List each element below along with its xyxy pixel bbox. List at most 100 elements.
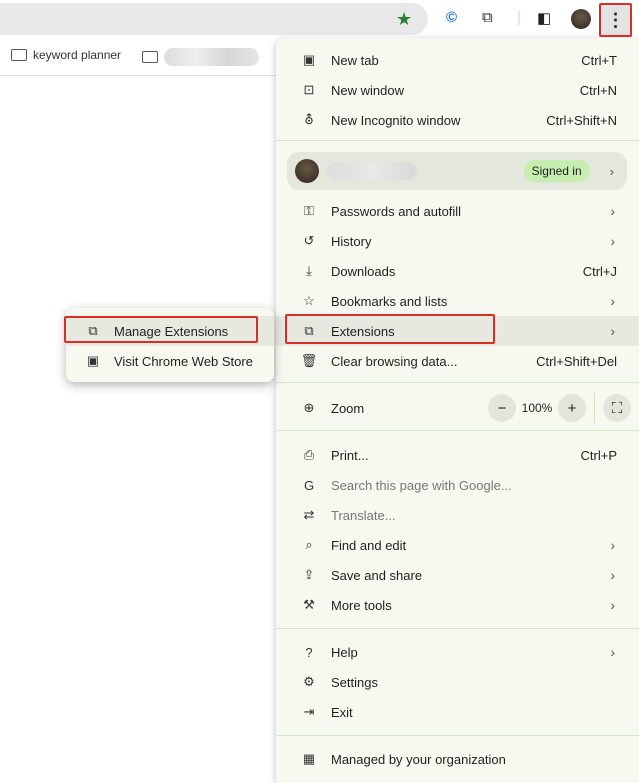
profile-avatar xyxy=(295,159,319,183)
zoom-icon: ⊕ xyxy=(303,400,315,415)
menu-item-label: Search this page with Google... xyxy=(331,477,512,493)
trash-icon: 🗑 xyxy=(300,353,318,368)
menu-item-new-window[interactable]: ⊡ New window Ctrl+N xyxy=(276,75,639,105)
toolbox-icon: ⚒ xyxy=(303,597,315,612)
signed-in-badge: Signed in xyxy=(523,160,590,182)
toolbar-divider: | xyxy=(517,9,521,26)
zoom-label: Zoom xyxy=(331,400,365,416)
menu-item-visit-web-store[interactable]: ▣ Visit Chrome Web Store xyxy=(66,346,274,376)
menu-divider xyxy=(276,382,639,383)
incognito-icon: ⛢ xyxy=(304,112,314,127)
menu-divider xyxy=(276,628,639,629)
web-store-icon: ▣ xyxy=(86,353,100,368)
find-icon: ⌕ xyxy=(305,537,313,552)
chevron-right-icon: › xyxy=(610,323,615,339)
shortcut-label: Ctrl+Shift+Del xyxy=(536,353,617,369)
shortcut-label: Ctrl+P xyxy=(580,447,617,463)
bookmark-star-icon[interactable]: ★ xyxy=(396,9,412,30)
google-icon: G xyxy=(303,477,315,493)
blurred-profile-name xyxy=(327,162,417,180)
menu-item-label: History xyxy=(331,233,372,249)
print-icon: ⎙ xyxy=(303,447,315,462)
profile-avatar[interactable] xyxy=(571,9,591,29)
menu-item-label: Translate... xyxy=(331,507,396,523)
menu-item-label: More tools xyxy=(331,597,392,613)
menu-item-print[interactable]: ⎙ Print... Ctrl+P xyxy=(276,440,639,470)
menu-item-label: Passwords and autofill xyxy=(331,203,462,219)
new-tab-icon: ▣ xyxy=(302,52,316,67)
menu-divider xyxy=(276,140,639,141)
shortcut-label: Ctrl+J xyxy=(582,263,617,279)
shortcut-label: Ctrl+N xyxy=(579,82,617,98)
menu-item-label: New tab xyxy=(331,52,379,68)
menu-item-passwords-and-autofill[interactable]: ⚿ Passwords and autofill › xyxy=(276,196,639,226)
menu-item-label: Settings xyxy=(331,674,378,690)
zoom-value: 100% xyxy=(521,401,553,415)
menu-item-more-tools[interactable]: ⚒ More tools › xyxy=(276,590,639,620)
translate-icon: ⇄ xyxy=(303,507,315,522)
chevron-right-icon: › xyxy=(610,537,615,553)
menu-item-find-and-edit[interactable]: ⌕ Find and edit › xyxy=(276,530,639,560)
chrome-menu-button[interactable]: ⋮ xyxy=(599,3,632,37)
help-icon: ? xyxy=(305,644,313,660)
address-bar[interactable] xyxy=(0,3,428,35)
exit-icon: ⇥ xyxy=(303,704,315,719)
menu-item-label: Downloads xyxy=(331,263,396,279)
bookmark-folder-keyword-planner[interactable]: keyword planner xyxy=(11,48,121,62)
menu-item-label: Help xyxy=(331,644,358,660)
menu-item-label: Bookmarks and lists xyxy=(331,293,448,309)
chevron-right-icon: › xyxy=(609,163,614,179)
menu-item-translate[interactable]: ⇄ Translate... xyxy=(276,500,639,530)
menu-item-label: Exit xyxy=(331,704,353,720)
browser-toolbar: ★ © ⧉ | ◧ ⋮ xyxy=(0,0,639,38)
chevron-right-icon: › xyxy=(610,233,615,249)
chevron-right-icon: › xyxy=(610,567,615,583)
menu-item-managed-by-your-organization[interactable]: ▦ Managed by your organization xyxy=(276,744,639,774)
menu-item-save-and-share[interactable]: ⇪ Save and share › xyxy=(276,560,639,590)
highlight-box-extensions xyxy=(285,314,495,344)
menu-item-new-incognito-window[interactable]: ⛢ New Incognito window Ctrl+Shift+N xyxy=(276,105,639,135)
menu-item-label: Find and edit xyxy=(331,537,407,553)
extension-c-icon[interactable]: © xyxy=(446,9,457,26)
key-icon: ⚿ xyxy=(304,203,314,218)
menu-item-bookmarks-and-lists[interactable]: ☆ Bookmarks and lists › xyxy=(276,286,639,316)
menu-item-clear-browsing-data[interactable]: 🗑 Clear browsing data... Ctrl+Shift+Del xyxy=(276,346,639,376)
save-share-icon: ⇪ xyxy=(303,567,315,582)
star-icon: ☆ xyxy=(303,293,315,308)
zoom-row: ⊕ Zoom −100% + ⛶ xyxy=(276,392,639,424)
chrome-menu: ▣ New tab Ctrl+T ⊡ New window Ctrl+N ⛢ New Inco… xyxy=(276,38,639,783)
menu-item-label: Print... xyxy=(331,447,369,463)
zoom-in-button[interactable]: + xyxy=(558,394,586,422)
menu-item-settings[interactable]: ⚙ Settings xyxy=(276,667,639,697)
profile-row[interactable]: Signed in › xyxy=(287,152,627,190)
menu-item-label: Save and share xyxy=(331,567,423,583)
chevron-right-icon: › xyxy=(610,203,615,219)
zoom-out-button[interactable]: − xyxy=(488,394,516,422)
chevron-right-icon: › xyxy=(610,293,615,309)
shortcut-label: Ctrl+Shift+N xyxy=(546,112,617,128)
menu-item-downloads[interactable]: ⤓ Downloads Ctrl+J xyxy=(276,256,639,286)
chevron-right-icon: › xyxy=(610,597,615,613)
zoom-divider xyxy=(594,393,595,423)
side-panel-icon[interactable]: ◧ xyxy=(537,9,551,27)
menu-item-new-tab[interactable]: ▣ New tab Ctrl+T xyxy=(276,45,639,75)
settings-icon: ⚙ xyxy=(303,674,315,689)
chevron-right-icon: › xyxy=(610,644,615,660)
download-icon: ⤓ xyxy=(306,263,312,278)
menu-item-label: Clear browsing data... xyxy=(331,353,458,369)
menu-item-search-this-page-with-google[interactable]: G Search this page with Google... xyxy=(276,470,639,500)
menu-item-exit[interactable]: ⇥ Exit xyxy=(276,697,639,727)
menu-divider xyxy=(276,735,639,736)
menu-item-label: New Incognito window xyxy=(331,112,461,128)
bookmark-folder-blurred[interactable] xyxy=(142,48,259,66)
menu-item-label: New window xyxy=(331,82,404,98)
menu-item-label: Managed by your organization xyxy=(331,751,506,767)
menu-item-help[interactable]: ? Help › xyxy=(276,637,639,667)
building-icon: ▦ xyxy=(302,751,316,766)
folder-icon xyxy=(11,49,27,61)
fullscreen-button[interactable]: ⛶ xyxy=(603,394,631,422)
menu-item-history[interactable]: ↺ History › xyxy=(276,226,639,256)
blurred-label xyxy=(164,48,259,66)
extensions-puzzle-icon[interactable]: ⧉ xyxy=(482,9,493,26)
menu-divider xyxy=(276,430,639,431)
